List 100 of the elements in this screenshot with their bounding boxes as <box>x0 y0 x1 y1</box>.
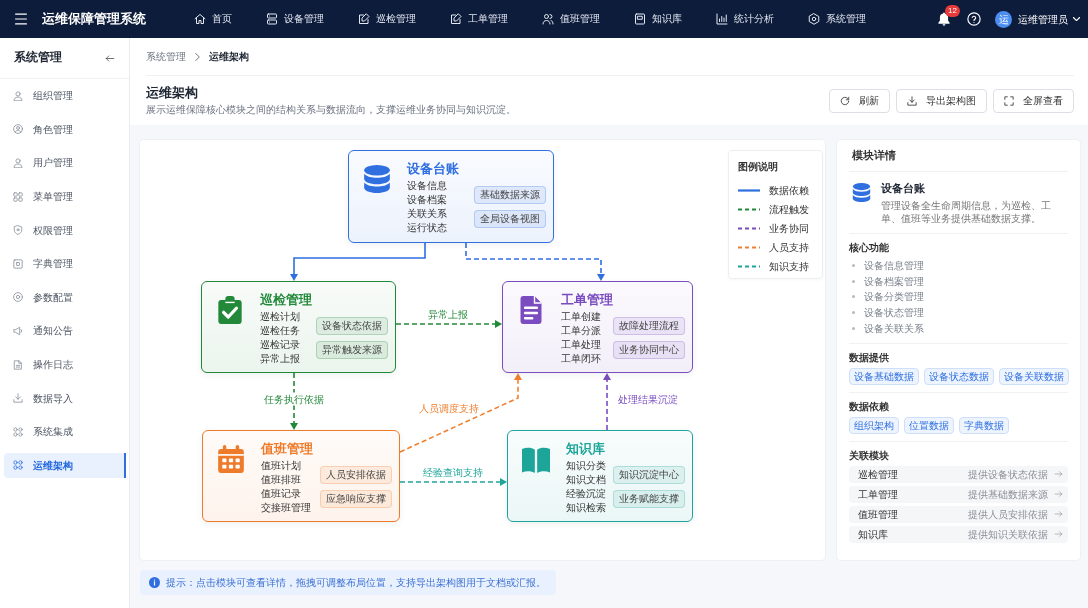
edit-icon <box>450 13 462 25</box>
arrow-right-icon <box>1054 510 1063 519</box>
legend-label: 数据依赖 <box>769 184 809 197</box>
settings-icon <box>808 13 820 25</box>
module-node[interactable]: 知识库 知识分类 知识文档 经验沉淀 知识检索 知识沉淀中心 业务赋能支撑 <box>507 430 693 522</box>
nav-item[interactable]: 巡检管理 <box>358 8 416 30</box>
chevron-right-icon <box>195 52 200 61</box>
module-function: 值班排班 <box>261 473 301 487</box>
connector-label: 异常上报 <box>426 307 470 321</box>
module-title: 值班管理 <box>261 441 313 458</box>
sidebar-item[interactable]: 操作日志 <box>4 351 126 378</box>
module-description: 管理设备全生命周期信息，为巡检、工单、值班等业务提供基础数据支撑。 <box>881 200 1052 225</box>
caret-icon[interactable] <box>1073 17 1080 21</box>
sidebar-item[interactable]: 运维架构 <box>4 452 126 479</box>
bullet-icon <box>852 295 855 299</box>
related-module-row[interactable]: 巡检管理 提供设备状态依据 <box>849 465 1068 483</box>
shield-icon <box>13 225 23 236</box>
legend-label: 业务协同 <box>769 222 809 235</box>
person-circle-icon <box>13 124 23 135</box>
sidebar-item[interactable]: 角色管理 <box>4 116 126 143</box>
edit-icon <box>358 13 370 25</box>
module-tag: 全局设备视图 <box>474 210 546 228</box>
arrow-right-icon <box>1054 470 1063 479</box>
module-node[interactable]: 巡检管理 巡检计划 巡检任务 巡检记录 异常上报 设备状态依据 异常触发来源 <box>201 281 396 373</box>
function-item: 设备分类管理 <box>864 290 924 304</box>
nav-item[interactable]: 知识库 <box>634 8 682 30</box>
download-icon <box>13 393 23 404</box>
related-module-row[interactable]: 值班管理 提供人员安排依据 <box>849 505 1068 523</box>
module-name: 设备台账 <box>881 181 926 196</box>
module-tag: 故障处理流程 <box>613 317 685 335</box>
related-module-name: 值班管理 <box>858 507 898 521</box>
help-icon[interactable] <box>967 12 981 26</box>
bar-chart-icon <box>716 13 728 25</box>
target-icon <box>13 292 23 303</box>
related-module-name: 知识库 <box>858 527 888 541</box>
sidebar-item[interactable]: 用户管理 <box>4 150 126 176</box>
module-node[interactable]: 工单管理 工单创建 工单分派 工单处理 工单闭环 故障处理流程 业务协同中心 <box>502 281 693 373</box>
download-icon <box>907 95 917 106</box>
arrow-right-icon <box>1054 530 1063 539</box>
module-function: 值班记录 <box>261 487 301 501</box>
sidebar-item[interactable]: 数据导入 <box>4 385 126 411</box>
module-tag: 基础数据来源 <box>474 186 546 204</box>
bell-icon[interactable] <box>937 12 951 26</box>
arrow-left-icon[interactable] <box>105 53 115 63</box>
page-title: 运维架构 <box>146 84 199 102</box>
sidebar-item[interactable]: 权限管理 <box>4 217 126 243</box>
sidebar-item[interactable]: 系统集成 <box>4 418 126 445</box>
circles-icon <box>13 426 23 437</box>
nav-item[interactable]: 值班管理 <box>542 8 600 30</box>
database-icon <box>852 183 871 202</box>
breadcrumb-link[interactable]: 系统管理 <box>146 50 186 63</box>
module-tag: 人员安排依据 <box>320 466 392 484</box>
fullscreen-button[interactable]: 全屏查看 <box>993 88 1074 113</box>
user-name[interactable]: 运维管理员 <box>1018 12 1068 26</box>
module-function: 巡检记录 <box>260 338 300 352</box>
calendar-icon <box>217 445 245 473</box>
nav-item[interactable]: 统计分析 <box>716 8 774 30</box>
function-item: 设备档案管理 <box>864 274 924 288</box>
connector-label: 人员调度支持 <box>417 401 481 415</box>
hint-text: 提示：点击模块可查看详情，拖拽可调整布局位置，支持导出架构图用于文档或汇报。 <box>166 576 546 589</box>
module-tag: 知识沉淀中心 <box>613 466 685 484</box>
nav-item[interactable]: 设备管理 <box>266 8 324 30</box>
function-item: 设备状态管理 <box>864 306 924 320</box>
related-module-relation: 提供人员安排依据 <box>968 507 1048 521</box>
function-item: 设备信息管理 <box>864 259 924 273</box>
related-module-row[interactable]: 工单管理 提供基础数据来源 <box>849 485 1068 503</box>
nav-item[interactable]: 系统管理 <box>808 8 866 30</box>
module-function: 异常上报 <box>260 352 300 366</box>
module-tag: 应急响应支撑 <box>320 490 392 508</box>
connector-label: 任务执行依据 <box>262 392 326 406</box>
data-tag: 字典数据 <box>959 416 1009 434</box>
module-function: 值班计划 <box>261 459 301 473</box>
sidebar-item[interactable]: 字典管理 <box>4 250 126 277</box>
module-node[interactable]: 设备台账 设备信息 设备档案 关联关系 运行状态 基础数据来源 全局设备视图 <box>348 150 554 243</box>
notification-badge: 12 <box>945 5 960 17</box>
menu-icon[interactable] <box>14 13 28 25</box>
book-icon <box>522 445 550 473</box>
sidebar-item[interactable]: 参数配置 <box>4 284 126 311</box>
related-module-row[interactable]: 知识库 提供知识关联依据 <box>849 525 1068 543</box>
section-heading: 数据提供 <box>849 350 890 365</box>
data-tag: 设备状态数据 <box>924 367 994 385</box>
legend-label: 流程触发 <box>769 203 809 216</box>
legend-title: 图例说明 <box>738 160 779 174</box>
related-module-name: 巡检管理 <box>858 467 898 481</box>
megaphone-icon <box>13 325 23 336</box>
nav-item[interactable]: 首页 <box>194 8 232 30</box>
module-function: 交接班管理 <box>261 501 311 515</box>
module-node[interactable]: 值班管理 值班计划 值班排班 值班记录 交接班管理 人员安排依据 应急响应支撑 <box>202 430 400 522</box>
module-tag: 异常触发来源 <box>316 341 388 359</box>
sidebar-item[interactable]: 组织管理 <box>4 83 126 109</box>
module-tag: 业务赋能支撑 <box>613 490 685 508</box>
sidebar-item[interactable]: 菜单管理 <box>4 183 126 210</box>
export-button[interactable]: 导出架构图 <box>896 88 987 113</box>
sidebar-item[interactable]: 通知公告 <box>4 318 126 344</box>
nav-item[interactable]: 工单管理 <box>450 8 508 30</box>
grid-icon <box>13 191 23 202</box>
module-title: 工单管理 <box>561 292 613 309</box>
circles-icon <box>13 460 23 471</box>
module-function: 知识文档 <box>566 473 606 487</box>
refresh-button[interactable]: 刷新 <box>829 88 890 113</box>
